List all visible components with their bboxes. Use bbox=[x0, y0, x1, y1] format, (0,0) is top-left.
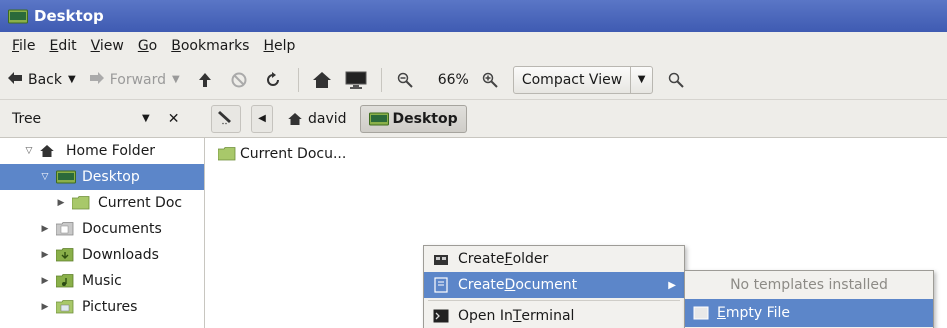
zoom-in-icon[interactable] bbox=[479, 69, 501, 91]
menu-edit[interactable]: Edit bbox=[49, 38, 76, 54]
pencil-icon bbox=[218, 109, 234, 129]
back-label: Back bbox=[28, 71, 62, 88]
toolbar: Back ▼ Forward ▼ 66% Compact View ▼ bbox=[0, 60, 947, 100]
menu-help[interactable]: Help bbox=[263, 38, 295, 54]
downloads-folder-icon bbox=[56, 248, 76, 262]
tree-item-desktop[interactable]: ▽ Desktop bbox=[0, 164, 204, 190]
tree-item-label: Current Doc bbox=[98, 195, 183, 211]
expander-open-icon[interactable]: ▽ bbox=[38, 172, 52, 182]
tree-item-label: Documents bbox=[82, 221, 162, 237]
home-icon bbox=[288, 112, 302, 125]
pictures-folder-icon bbox=[56, 300, 76, 314]
breadcrumb-label: Desktop bbox=[392, 110, 458, 127]
menu-item-create-document[interactable]: Create Document ▶ bbox=[424, 272, 684, 298]
reload-icon[interactable] bbox=[262, 69, 284, 91]
expander-closed-icon[interactable]: ▶ bbox=[38, 250, 52, 260]
window-title: Desktop bbox=[34, 7, 104, 25]
tree-item-current-doc[interactable]: ▶ Current Doc bbox=[0, 190, 204, 216]
menu-separator bbox=[428, 300, 680, 301]
tree-item-downloads[interactable]: ▶ Downloads bbox=[0, 242, 204, 268]
expander-open-icon[interactable]: ▽ bbox=[22, 146, 36, 156]
terminal-icon bbox=[432, 308, 450, 324]
new-document-icon bbox=[432, 277, 450, 293]
tree-item-home-folder[interactable]: ▽ Home Folder bbox=[0, 138, 204, 164]
breadcrumb-scroll-left[interactable]: ◀ bbox=[251, 104, 273, 133]
edit-location-button[interactable] bbox=[211, 104, 241, 133]
expander-closed-icon[interactable]: ▶ bbox=[38, 276, 52, 286]
zoom-out-icon[interactable] bbox=[394, 69, 416, 91]
home-icon bbox=[40, 144, 60, 158]
new-folder-icon bbox=[432, 251, 450, 267]
empty-file-icon bbox=[693, 305, 709, 321]
back-button[interactable]: Back ▼ bbox=[8, 67, 76, 93]
side-pane-header: Tree ▼ ✕ bbox=[0, 111, 205, 127]
view-mode-value: Compact View bbox=[521, 71, 623, 88]
view-mode-select[interactable]: Compact View ▼ bbox=[512, 65, 654, 94]
tree-item-label: Home Folder bbox=[66, 143, 156, 159]
stop-icon[interactable] bbox=[228, 69, 250, 91]
chevron-down-icon[interactable]: ▼ bbox=[68, 74, 76, 85]
close-icon[interactable]: ✕ bbox=[168, 111, 180, 127]
expander-closed-icon[interactable]: ▶ bbox=[38, 224, 52, 234]
menu-item-open-in-terminal[interactable]: Open In Terminal bbox=[424, 303, 684, 328]
desktop-folder-icon bbox=[368, 112, 389, 126]
folder-icon bbox=[218, 147, 236, 161]
desktop-folder-icon bbox=[56, 170, 76, 184]
menu-item-no-templates: No templates installed bbox=[730, 277, 888, 293]
sidebar-tree: ▽ Home Folder ▽ Desktop ▶ Current Doc ▶ … bbox=[0, 138, 205, 328]
breadcrumb-label: david bbox=[308, 110, 347, 127]
side-pane-mode-select[interactable]: Tree bbox=[12, 111, 142, 127]
tree-item-label: Desktop bbox=[82, 169, 140, 185]
up-arrow-icon[interactable] bbox=[194, 69, 216, 91]
documents-folder-icon bbox=[56, 222, 76, 236]
zoom-level: 66% bbox=[437, 71, 469, 88]
back-arrow-icon bbox=[8, 71, 22, 88]
search-icon[interactable] bbox=[665, 69, 687, 91]
menu-item-create-folder[interactable]: Create Folder bbox=[424, 246, 684, 272]
home-icon[interactable] bbox=[311, 69, 333, 91]
expander-closed-icon[interactable]: ▶ bbox=[38, 302, 52, 312]
expander-closed-icon[interactable]: ▶ bbox=[54, 198, 68, 208]
breadcrumb-david[interactable]: david bbox=[279, 105, 356, 133]
computer-icon[interactable] bbox=[345, 69, 367, 91]
menu-bookmarks[interactable]: Bookmarks bbox=[171, 38, 249, 54]
tree-item-music[interactable]: ▶ Music bbox=[0, 268, 204, 294]
menu-file[interactable]: File bbox=[12, 38, 35, 54]
forward-button[interactable]: Forward ▼ bbox=[89, 67, 180, 93]
tree-item-label: Downloads bbox=[82, 247, 159, 263]
toolbar-separator bbox=[380, 67, 382, 92]
desktop-folder-icon bbox=[8, 8, 28, 24]
create-document-submenu: No templates installed Empty File bbox=[684, 270, 934, 328]
music-folder-icon bbox=[56, 274, 76, 288]
chevron-down-icon[interactable]: ▼ bbox=[142, 113, 150, 124]
window-titlebar[interactable]: Desktop bbox=[0, 0, 947, 32]
menu-view[interactable]: View bbox=[91, 38, 124, 54]
location-bar: Tree ▼ ✕ ◀ david Desktop bbox=[0, 100, 947, 138]
chevron-right-icon: ▶ bbox=[668, 279, 676, 291]
chevron-down-icon[interactable]: ▼ bbox=[172, 74, 180, 85]
tree-item-documents[interactable]: ▶ Documents bbox=[0, 216, 204, 242]
forward-arrow-icon bbox=[89, 71, 104, 88]
tree-item-label: Music bbox=[82, 273, 122, 289]
file-item-current-docu[interactable]: Current Docu... bbox=[218, 146, 346, 162]
tree-item-label: Pictures bbox=[82, 299, 138, 315]
menu-go[interactable]: Go bbox=[138, 38, 157, 54]
menu-item-empty-file[interactable]: Empty File bbox=[685, 299, 933, 327]
file-item-label: Current Docu... bbox=[240, 146, 347, 162]
breadcrumb-desktop[interactable]: Desktop bbox=[359, 104, 467, 133]
tree-item-pictures[interactable]: ▶ Pictures bbox=[0, 294, 204, 320]
context-menu: Create Folder Create Document ▶ Open In … bbox=[423, 245, 685, 328]
menubar: File Edit View Go Bookmarks Help bbox=[0, 32, 947, 60]
chevron-down-icon[interactable]: ▼ bbox=[630, 66, 652, 93]
forward-label: Forward bbox=[109, 71, 167, 88]
toolbar-separator bbox=[297, 67, 299, 92]
folder-icon bbox=[72, 196, 92, 210]
